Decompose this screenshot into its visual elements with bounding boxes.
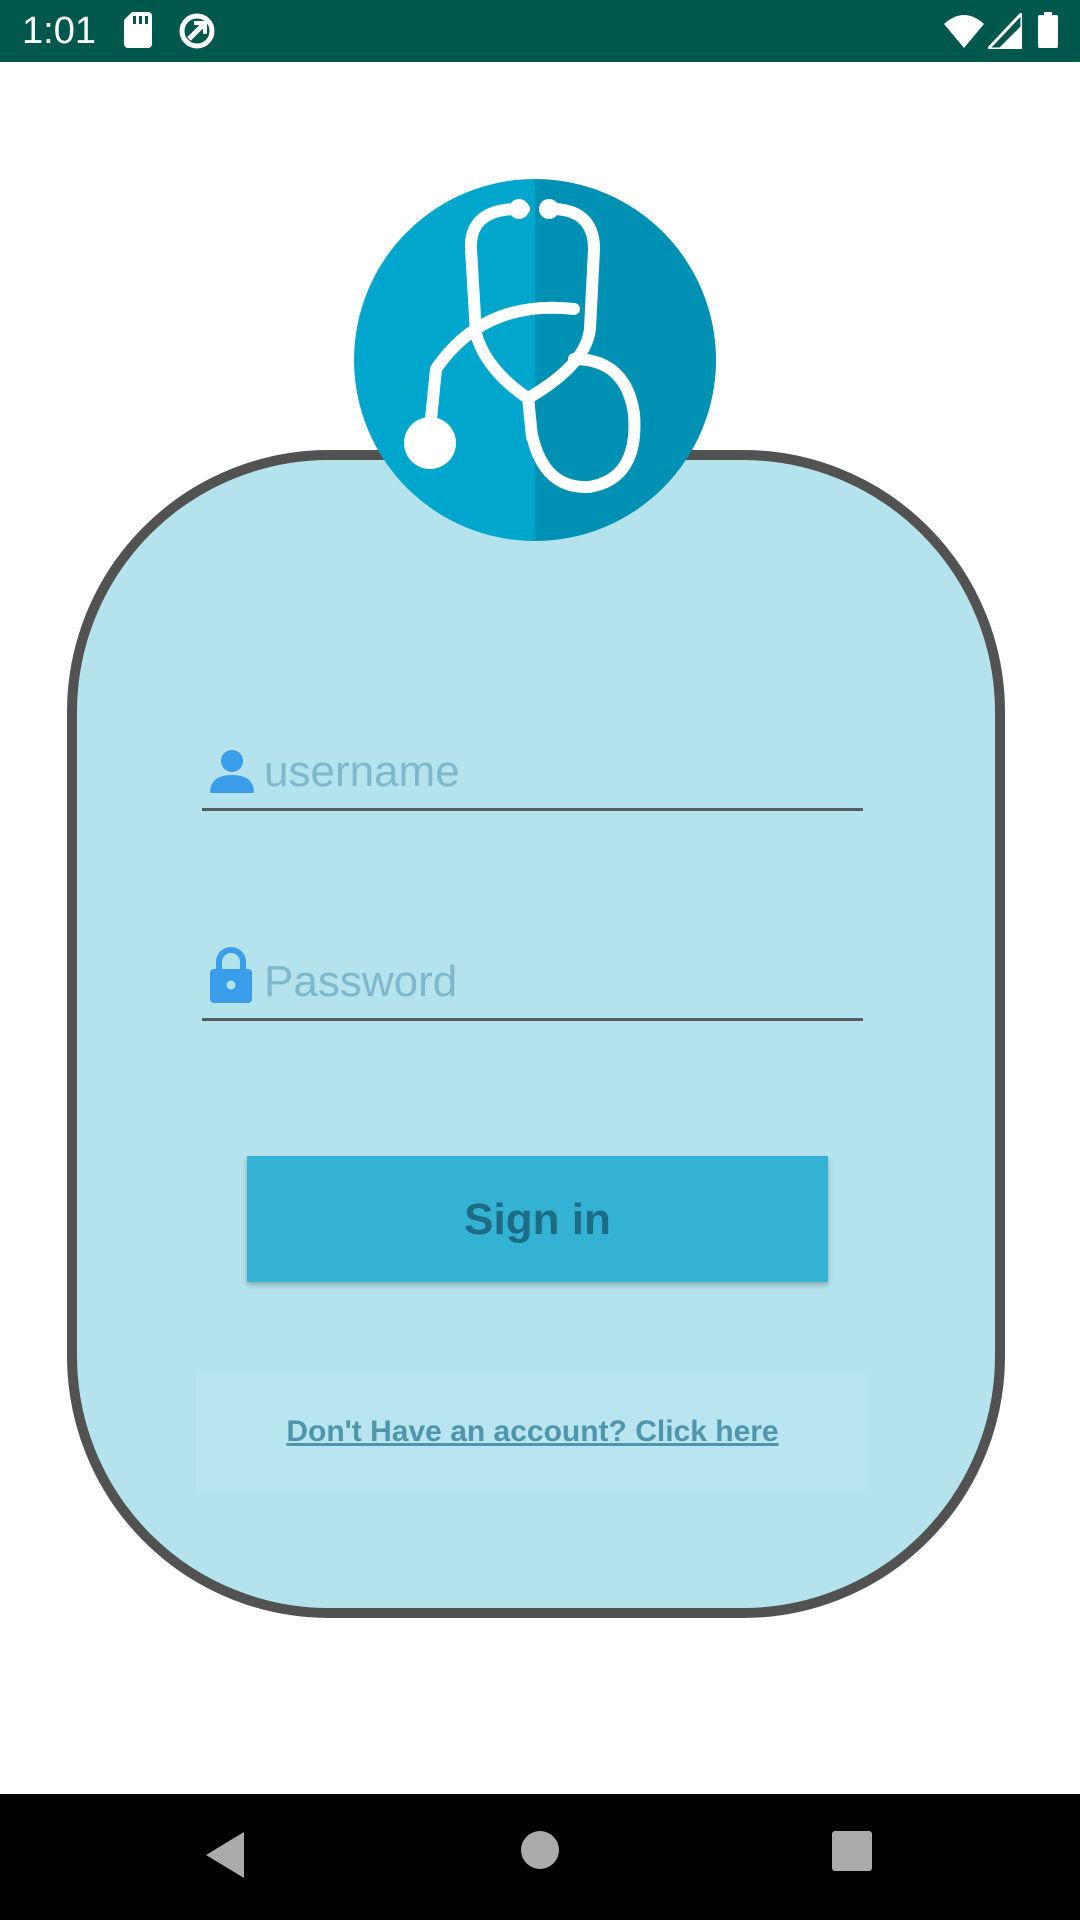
sd-card-icon — [124, 12, 152, 53]
home-icon[interactable] — [520, 1830, 560, 1885]
register-link-label: Don't Have an account? Click here — [286, 1415, 779, 1448]
person-icon — [210, 749, 254, 798]
stethoscope-icon — [354, 179, 716, 541]
register-link[interactable]: Don't Have an account? Click here — [196, 1372, 869, 1492]
status-time: 1:01 — [22, 10, 96, 52]
recents-icon[interactable] — [831, 1830, 873, 1885]
username-input[interactable] — [264, 744, 863, 800]
login-screen: 1:01 username Sign in Don't Have an acco… — [0, 0, 1080, 1920]
battery-icon — [1038, 12, 1058, 53]
lock-icon — [210, 947, 252, 1008]
cell-signal-icon — [984, 9, 1024, 54]
password-input[interactable] — [264, 954, 863, 1010]
sign-in-button[interactable]: Sign in — [247, 1156, 828, 1282]
username-field — [202, 744, 863, 811]
sync-icon — [178, 12, 216, 55]
back-icon[interactable] — [204, 1830, 246, 1885]
app-logo — [354, 179, 716, 541]
password-field — [202, 947, 863, 1021]
status-bar: 1:01 — [0, 0, 1080, 62]
navigation-bar — [0, 1794, 1080, 1920]
wifi-icon — [944, 14, 984, 53]
